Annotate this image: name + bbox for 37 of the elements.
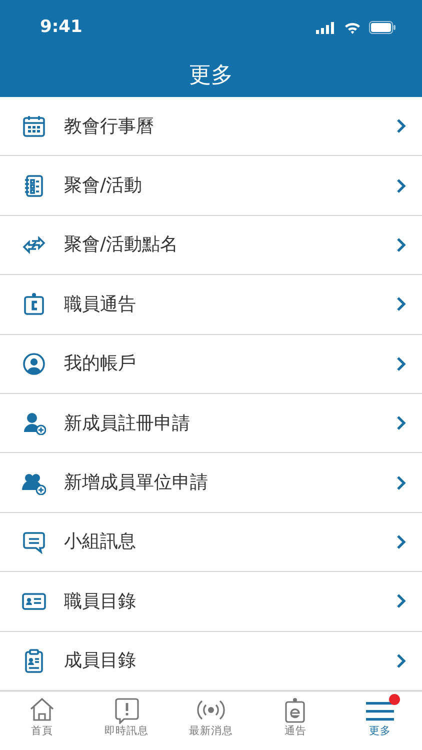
tab-bar-item[interactable]: 最新消息 [168,692,254,750]
chevron-right-icon [396,652,406,669]
tab-bar-item[interactable]: 更多 [338,692,422,750]
chevron-right-icon [396,415,406,432]
chevron-right-icon [396,236,406,253]
menu-label: 職員目錄 [64,590,136,614]
menu-label: 小組訊息 [64,530,136,554]
screen-title: 更多 [188,62,234,90]
chat-bubble-icon [22,530,46,554]
menu-label: 我的帳戶 [64,352,136,376]
tab-bar-item[interactable]: 即時訊息 [84,692,169,750]
notebook-icon [22,174,46,198]
tab-bar-item[interactable]: 通告 [253,692,338,750]
calendar-icon [22,114,46,138]
menu-label: 新成員註冊申請 [64,412,190,436]
chevron-right-icon [396,118,406,134]
menu-label: 職員通告 [64,292,136,317]
account-icon [22,352,46,376]
menu-label: 聚會/活動點名 [64,233,178,258]
battery-icon [369,21,396,34]
menu-label: 成員目錄 [64,649,136,674]
chevron-right-icon [396,178,406,194]
clipboard-icon [22,648,46,673]
chevron-right-icon [396,593,406,610]
menu-label: 聚會/活動 [64,174,142,198]
status-time: 9:41 [40,16,82,39]
chevron-right-icon [396,296,406,312]
wifi-icon [344,22,361,34]
chevron-right-icon [396,534,406,550]
tab-bar-item[interactable]: 首頁 [0,692,84,750]
signal-icon [316,22,336,34]
menu-label: 新增成員單位申請 [64,471,208,496]
chevron-right-icon [396,474,406,491]
menu-label: 教會行事曆 [64,114,154,139]
chevron-right-icon [396,356,406,372]
add-user-icon [22,411,46,436]
notice-board-icon [22,292,46,316]
